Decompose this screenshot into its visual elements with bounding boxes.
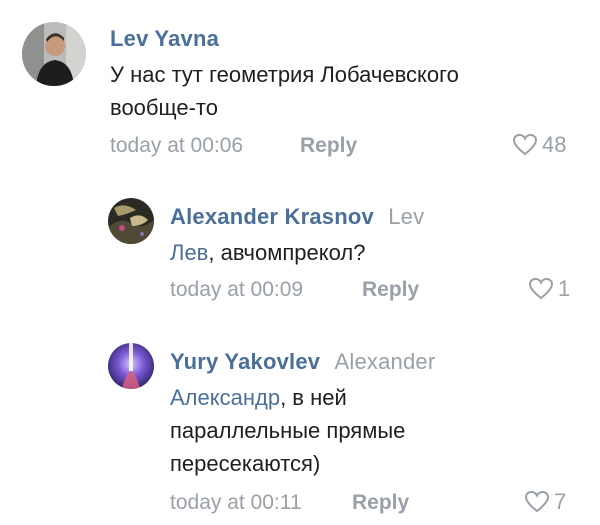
comment-1: Lev Yavna У нас тут геометрия Лобачевско… (0, 0, 600, 170)
mention-link[interactable]: Александр (170, 385, 280, 410)
comment-text-line: Александр, в ней (170, 381, 405, 414)
comment-text-body: , авчомпрекол? (208, 240, 366, 265)
mention-link[interactable]: Лев (170, 240, 208, 265)
reply-to-name[interactable]: Alexander (335, 349, 436, 374)
reply-button[interactable]: Reply (362, 278, 419, 302)
comment-timestamp: today at 00:09 (170, 278, 304, 301)
like-button[interactable]: 1 (528, 276, 570, 302)
comment-author[interactable]: Lev Yavna (110, 26, 219, 52)
reply-button[interactable]: Reply (352, 491, 409, 515)
comment-text-line: У нас тут геометрия Лобачевского (110, 62, 459, 87)
comment-text: Александр, в ней параллельные прямые пер… (170, 381, 405, 480)
comment-timestamp: today at 00:11 (170, 491, 302, 514)
avatar[interactable] (22, 22, 86, 86)
comment-3: Yury Yakovlev Alexander Александр, в ней… (0, 335, 600, 525)
reply-to-name[interactable]: Lev (388, 204, 424, 229)
comment-author: Alexander Krasnov Lev (170, 204, 424, 230)
heart-icon (524, 490, 550, 513)
avatar[interactable] (108, 343, 154, 389)
comment-text: Лев, авчомпрекол? (170, 236, 365, 269)
user-photo-avatar-icon (22, 22, 86, 86)
comment-text-line: параллельные прямые (170, 418, 406, 443)
like-count: 1 (558, 276, 571, 301)
reply-button[interactable]: Reply (300, 134, 357, 158)
user-photo-avatar-icon (108, 198, 154, 244)
comment-text-body: , в ней (280, 385, 347, 410)
comment-author: Yury Yakovlev Alexander (170, 349, 435, 375)
heart-icon (528, 277, 554, 300)
like-button[interactable]: 48 (512, 132, 566, 158)
comment-text: У нас тут геометрия Лобачевского вообще-… (110, 58, 459, 124)
user-photo-avatar-icon (108, 343, 154, 389)
comment-text-line: пересекаются) (170, 451, 321, 476)
like-count: 48 (542, 132, 567, 157)
author-name[interactable]: Alexander Krasnov (170, 204, 374, 229)
comment-text-line: вообще-то (110, 95, 218, 120)
comment-timestamp: today at 00:06 (110, 134, 244, 157)
like-button[interactable]: 7 (524, 489, 566, 515)
heart-icon (512, 133, 538, 156)
comment-2: Alexander Krasnov Lev Лев, авчомпрекол? … (0, 190, 600, 315)
like-count: 7 (554, 489, 567, 514)
avatar[interactable] (108, 198, 154, 244)
author-name[interactable]: Yury Yakovlev (170, 349, 320, 374)
